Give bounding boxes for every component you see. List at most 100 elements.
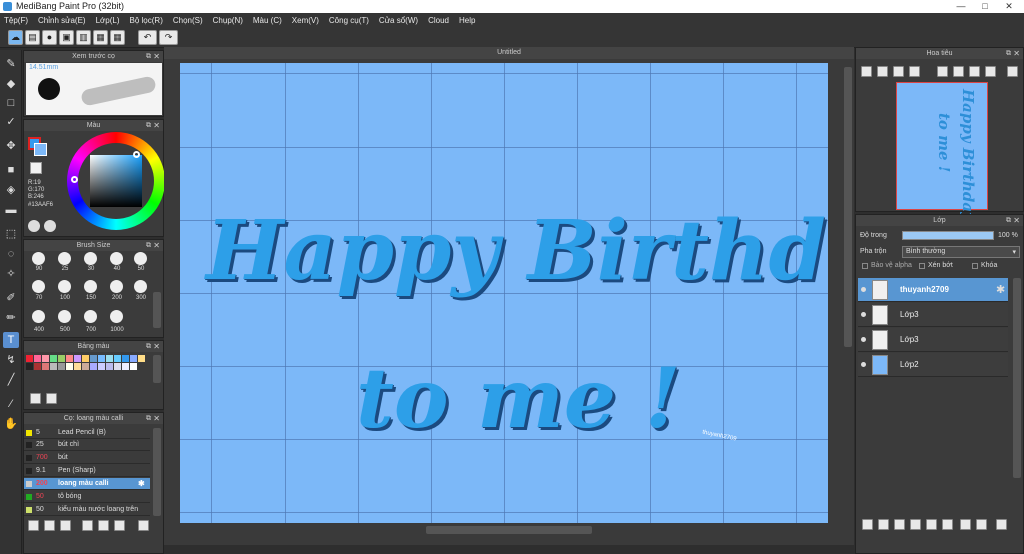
eraser-tool-icon[interactable]: ◆ xyxy=(3,76,19,92)
clipping-checkbox[interactable] xyxy=(919,263,925,269)
rectangle-tool-icon[interactable]: □ xyxy=(3,95,19,111)
layer-row[interactable]: Lớp3 xyxy=(858,328,1008,352)
new-1bit-layer-icon[interactable] xyxy=(910,519,921,530)
panel-icon[interactable]: ▦ xyxy=(93,30,108,45)
gradient-tool-icon[interactable]: ▬ xyxy=(3,202,19,218)
brush-size-bubble[interactable] xyxy=(110,252,123,265)
navigator-menu-icon[interactable] xyxy=(1007,66,1018,77)
brush-delete-icon[interactable] xyxy=(138,520,149,531)
hue-handle[interactable] xyxy=(71,176,78,183)
layers-scrollbar[interactable] xyxy=(1013,278,1021,478)
new-halftone-layer-icon[interactable] xyxy=(878,519,889,530)
brush-cloud-icon[interactable] xyxy=(98,520,109,531)
eye-icon[interactable] xyxy=(861,312,866,317)
grid-icon[interactable]: ▦ xyxy=(110,30,125,45)
transparent-swatch[interactable] xyxy=(30,162,42,174)
hue-ring[interactable] xyxy=(67,132,165,230)
brush-item[interactable]: 25 bút chì xyxy=(24,439,150,451)
delete-layer-icon[interactable] xyxy=(996,519,1007,530)
select-eraser-icon[interactable]: ✏ xyxy=(3,310,19,326)
saturation-value-square[interactable] xyxy=(90,155,142,207)
blend-mode-select[interactable]: Bình thường ▾ xyxy=(902,246,1020,258)
menu-view[interactable]: Xem(V) xyxy=(292,16,319,25)
brush-import-icon[interactable] xyxy=(82,520,93,531)
flip-icon[interactable] xyxy=(969,66,980,77)
menu-help[interactable]: Help xyxy=(459,16,475,25)
fill-rect-tool-icon[interactable]: ■ xyxy=(3,162,19,178)
actual-size-icon[interactable] xyxy=(909,66,920,77)
new-palette-icon[interactable] xyxy=(30,393,41,404)
brush-tool-icon[interactable]: ✎ xyxy=(3,56,19,72)
brush-size-bubble[interactable] xyxy=(84,252,97,265)
maximize-button[interactable]: □ xyxy=(974,0,996,13)
delete-palette-icon[interactable] xyxy=(46,393,57,404)
duplicate-layer-icon[interactable] xyxy=(960,519,971,530)
zoom-in-icon[interactable] xyxy=(861,66,872,77)
palette-scrollbar[interactable] xyxy=(153,355,161,383)
color-history-icon[interactable] xyxy=(44,220,56,232)
rotate-right-icon[interactable] xyxy=(953,66,964,77)
pen-tool-icon[interactable]: ✓ xyxy=(3,114,19,130)
brush-size-bubble[interactable] xyxy=(58,310,71,323)
menu-window[interactable]: Cửa sổ(W) xyxy=(379,16,418,25)
menu-layer[interactable]: Lớp(L) xyxy=(96,16,120,25)
brush-size-bubble[interactable] xyxy=(110,310,123,323)
menu-color[interactable]: Màu (C) xyxy=(253,16,282,25)
rotate-left-icon[interactable] xyxy=(937,66,948,77)
menu-filter[interactable]: Bộ lọc(R) xyxy=(130,16,163,25)
brush-item[interactable]: 5 Lead Pencil (B) xyxy=(24,427,150,439)
opacity-slider[interactable] xyxy=(902,231,994,240)
brush-size-scrollbar[interactable] xyxy=(153,292,161,328)
layer-menu-icon[interactable] xyxy=(926,519,937,530)
merge-layer-icon[interactable] xyxy=(976,519,987,530)
eye-icon[interactable] xyxy=(861,362,866,367)
redo-icon[interactable]: ↷ xyxy=(159,30,178,45)
reset-rotation-icon[interactable] xyxy=(985,66,996,77)
navigator-thumbnail[interactable]: Happy Birthday to me ! xyxy=(896,82,988,221)
menu-file[interactable]: Tệp(F) xyxy=(4,16,28,25)
new-layer-icon[interactable] xyxy=(862,519,873,530)
brush-size-bubble[interactable] xyxy=(110,280,123,293)
zoom-out-icon[interactable] xyxy=(877,66,888,77)
open-icon[interactable]: ▤ xyxy=(25,30,40,45)
layer-row[interactable]: Lớp2 xyxy=(858,353,1008,377)
menu-tools[interactable]: Công cụ(T) xyxy=(329,16,369,25)
brush-size-bubble[interactable] xyxy=(32,310,45,323)
save-icon[interactable]: ▣ xyxy=(59,30,74,45)
vertical-scrollbar[interactable] xyxy=(844,67,852,347)
document-tab[interactable]: Untitled xyxy=(164,47,854,59)
minimize-button[interactable]: — xyxy=(950,0,972,13)
layer-row[interactable]: Lớp3 xyxy=(858,303,1008,327)
close-button[interactable]: ✕ xyxy=(998,0,1020,13)
cloud-icon[interactable]: ☁ xyxy=(8,30,23,45)
brush-size-bubble[interactable] xyxy=(134,252,147,265)
brush-size-bubble[interactable] xyxy=(58,252,71,265)
move-tool-icon[interactable]: ✥ xyxy=(3,138,19,154)
lock-checkbox[interactable] xyxy=(972,263,978,269)
menu-snap[interactable]: Chụp(N) xyxy=(213,16,243,25)
menu-select[interactable]: Chọn(S) xyxy=(173,16,203,25)
brush-copy-icon[interactable] xyxy=(44,520,55,531)
horizontal-scrollbar[interactable] xyxy=(426,526,592,534)
brush-item[interactable]: 700 bút xyxy=(24,452,150,464)
eye-icon[interactable] xyxy=(861,337,866,342)
protect-alpha-checkbox[interactable] xyxy=(862,263,868,269)
color-picker-handle[interactable] xyxy=(133,151,140,158)
brush-size-bubble[interactable] xyxy=(32,280,45,293)
hand-tool-icon[interactable]: ✋ xyxy=(3,416,19,432)
fit-icon[interactable] xyxy=(893,66,904,77)
select-tool-icon[interactable]: ⬚ xyxy=(3,226,19,242)
layer-settings-icon[interactable]: ✱ xyxy=(996,283,1005,296)
brush-item-selected[interactable]: 200 loang màu calli ✱ xyxy=(24,478,150,490)
brush-size-bubble[interactable] xyxy=(84,280,97,293)
divide-tool-icon[interactable]: ╱ xyxy=(3,372,19,388)
undo-icon[interactable]: ↶ xyxy=(138,30,157,45)
menu-edit[interactable]: Chỉnh sửa(E) xyxy=(38,16,86,25)
brush-item[interactable]: 9.1 Pen (Sharp) xyxy=(24,465,150,477)
brush-size-bubble[interactable] xyxy=(84,310,97,323)
brush-size-bubble[interactable] xyxy=(32,252,45,265)
drawing-canvas[interactable]: Happy Birthday to me ! thuyanh2709 xyxy=(180,63,828,523)
brush-item[interactable]: 50 tô bóng xyxy=(24,491,150,503)
brush-size-bubble[interactable] xyxy=(134,280,147,293)
brush-list-scrollbar[interactable] xyxy=(153,428,161,516)
